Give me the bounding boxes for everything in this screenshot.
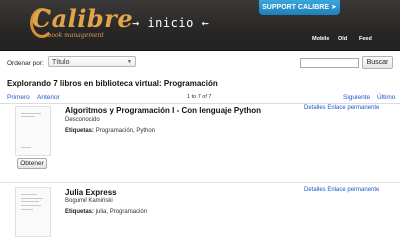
pager: Primero Anterior 1 to 7 of 7 Siguiente Ú… bbox=[0, 93, 400, 104]
pager-first-link[interactable]: Primero bbox=[7, 94, 30, 101]
nav-old-link[interactable]: Old bbox=[338, 36, 347, 42]
book-author: Desconocido bbox=[65, 117, 100, 123]
book-cover-thumbnail[interactable] bbox=[15, 106, 51, 156]
book-tags: Etiquetas: Programación, Python bbox=[65, 128, 155, 134]
tags-value[interactable]: julia, Programación bbox=[96, 209, 147, 215]
search-input[interactable] bbox=[300, 58, 359, 68]
logo-text: Calibre bbox=[32, 4, 134, 33]
sort-label: Ordenar por: bbox=[7, 60, 44, 67]
sort-select[interactable]: Título ▼ bbox=[48, 56, 136, 67]
book-title[interactable]: Julia Express bbox=[65, 188, 117, 197]
details-link[interactable]: Detalles bbox=[304, 105, 326, 111]
book-author: Bogumił Kamiński bbox=[65, 198, 113, 204]
library-heading: Explorando 7 libros en biblioteca virtua… bbox=[7, 79, 218, 88]
dropdown-arrow-icon: ▼ bbox=[127, 59, 132, 65]
page-title: → inicio ← bbox=[132, 16, 210, 30]
permalink-link[interactable]: Enlace permanente bbox=[327, 187, 379, 193]
pager-last-link[interactable]: Último bbox=[377, 94, 395, 101]
book-tags: Etiquetas: julia, Programación bbox=[65, 209, 147, 215]
book-entry: Obtener Algoritmos y Programación I - Co… bbox=[0, 104, 400, 183]
pager-previous-link[interactable]: Anterior bbox=[37, 94, 60, 101]
book-entry: Julia Express Bogumił Kamiński Etiquetas… bbox=[0, 183, 400, 241]
tags-label: Etiquetas: bbox=[65, 209, 95, 215]
book-links: Detalles Enlace permanente bbox=[304, 105, 379, 111]
book-cover-thumbnail[interactable] bbox=[15, 187, 51, 237]
permalink-link[interactable]: Enlace permanente bbox=[327, 105, 379, 111]
book-title[interactable]: Algoritmos y Programación I - Con lengua… bbox=[65, 106, 261, 115]
book-links: Detalles Enlace permanente bbox=[304, 187, 379, 193]
logo-subtitle: ebook management bbox=[44, 32, 104, 39]
support-calibre-button[interactable]: SUPPORT CALIBRE ➤ bbox=[259, 0, 340, 15]
pager-next-link[interactable]: Siguiente bbox=[343, 94, 370, 101]
get-book-button[interactable]: Obtener bbox=[17, 158, 47, 169]
search-button[interactable]: Buscar bbox=[362, 56, 393, 69]
details-link[interactable]: Detalles bbox=[304, 187, 326, 193]
tags-value[interactable]: Programación, Python bbox=[96, 128, 155, 134]
nav-feed-link[interactable]: Feed bbox=[359, 36, 372, 42]
calibre-logo[interactable]: Calibre ebook management bbox=[30, 4, 133, 42]
nav-mobile-link[interactable]: Mobile bbox=[312, 36, 329, 42]
header-bar: Calibre ebook management → inicio ← SUPP… bbox=[0, 0, 400, 51]
pager-count: 1 to 7 of 7 bbox=[187, 94, 212, 100]
sort-select-value: Título bbox=[52, 59, 70, 66]
tags-label: Etiquetas: bbox=[65, 128, 95, 134]
